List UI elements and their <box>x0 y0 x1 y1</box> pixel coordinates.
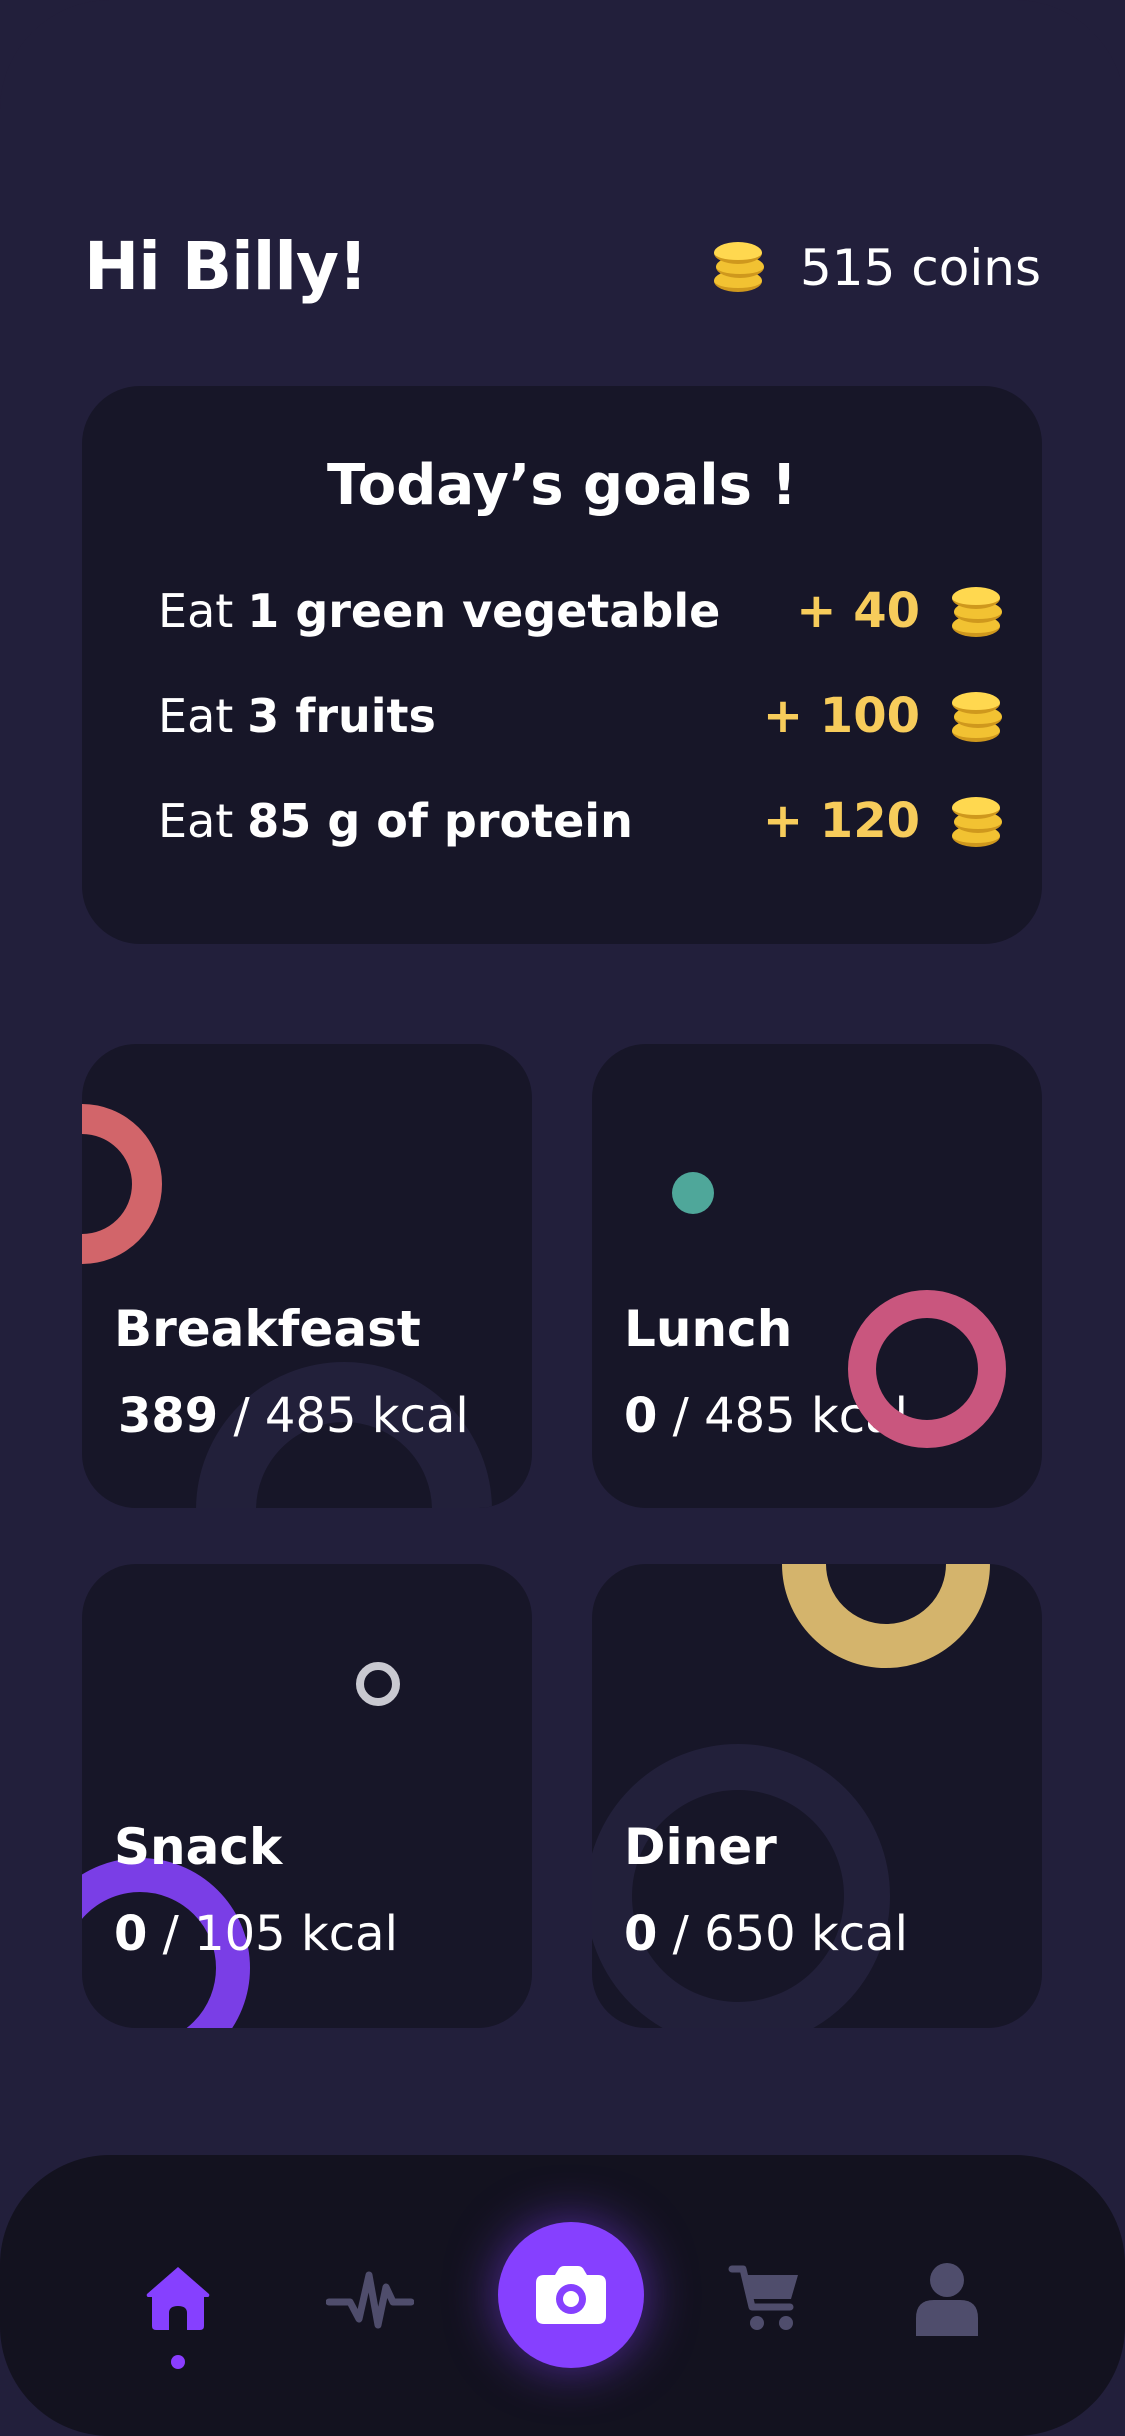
meal-calories-target: / 485 kcal <box>233 1388 469 1444</box>
goal-reward-value: + 100 <box>762 688 920 744</box>
decorative-dot <box>672 1172 714 1214</box>
meal-calories-target: / 105 kcal <box>162 1906 398 1962</box>
decorative-ring <box>82 1104 162 1264</box>
goal-item: Eat 85 g of protein + 120 <box>158 786 1002 856</box>
goal-prefix: Eat <box>158 794 234 848</box>
meal-calories: 389 / 485 kcal <box>118 1388 469 1444</box>
meal-card-snack[interactable]: Snack 0 / 105 kcal <box>82 1564 532 2028</box>
decorative-ring <box>782 1564 990 1668</box>
todays-goals-card: Today’s goals ! Eat 1 green vegetable + … <box>82 386 1042 944</box>
meal-calories: 0 / 650 kcal <box>624 1906 908 1962</box>
meal-calories-consumed: 0 <box>624 1388 658 1444</box>
coin-stack-icon <box>952 692 1002 742</box>
nav-home[interactable] <box>140 2260 216 2336</box>
home-icon <box>146 2267 210 2330</box>
goal-reward: + 40 <box>796 583 1002 639</box>
meal-calories-consumed: 0 <box>114 1906 148 1962</box>
decorative-ring <box>848 1290 1006 1448</box>
goal-prefix: Eat <box>158 584 234 638</box>
meal-name: Snack <box>114 1818 283 1876</box>
meal-calories: 0 / 105 kcal <box>114 1906 398 1962</box>
goal-prefix: Eat <box>158 689 234 743</box>
coin-stack-icon <box>713 242 764 294</box>
camera-icon <box>536 2266 606 2324</box>
goal-highlight: 3 fruits <box>247 689 436 743</box>
cart-icon <box>728 2265 798 2330</box>
nav-profile[interactable] <box>912 2260 982 2336</box>
meal-card-breakfast[interactable]: Breakfeast 389 / 485 kcal <box>82 1044 532 1508</box>
bottom-nav <box>0 2155 1125 2436</box>
profile-icon <box>916 2263 978 2336</box>
meal-calories-consumed: 0 <box>624 1906 658 1962</box>
goal-item: Eat 3 fruits + 100 <box>158 681 1002 751</box>
home-screen: Hi Billy! 515 coins Today’s goals ! Eat … <box>0 0 1125 2436</box>
goal-reward: + 100 <box>763 688 1002 744</box>
coin-stack-icon <box>952 587 1002 637</box>
decorative-ring <box>592 1744 890 2028</box>
nav-activity[interactable] <box>326 2265 414 2335</box>
goal-text: Eat 85 g of protein <box>158 794 633 848</box>
goal-reward-value: + 120 <box>762 793 920 849</box>
meal-calories-consumed: 389 <box>118 1388 219 1444</box>
goal-reward-value: + 40 <box>796 583 920 639</box>
activity-icon <box>326 2271 414 2329</box>
goal-item: Eat 1 green vegetable + 40 <box>158 576 1002 646</box>
nav-cart[interactable] <box>728 2261 802 2335</box>
meal-calories-target: / 650 kcal <box>672 1906 908 1962</box>
coin-balance[interactable]: 515 coins <box>713 228 1041 308</box>
camera-button[interactable] <box>498 2222 644 2368</box>
greeting: Hi Billy! <box>84 228 368 305</box>
goal-highlight: 1 green vegetable <box>247 584 721 638</box>
meal-name: Lunch <box>624 1300 793 1358</box>
goal-text: Eat 1 green vegetable <box>158 584 720 638</box>
goal-highlight: 85 g of protein <box>247 794 633 848</box>
meal-name: Breakfeast <box>114 1300 421 1358</box>
meal-card-lunch[interactable]: Lunch 0 / 485 kcal <box>592 1044 1042 1508</box>
meal-card-diner[interactable]: Diner 0 / 650 kcal <box>592 1564 1042 2028</box>
goal-text: Eat 3 fruits <box>158 689 436 743</box>
decorative-ring <box>356 1662 400 1706</box>
goals-title: Today’s goals ! <box>327 453 797 518</box>
active-indicator-dot <box>171 2355 185 2369</box>
coin-balance-label: 515 coins <box>799 239 1041 297</box>
coin-stack-icon <box>952 797 1002 847</box>
goal-reward: + 120 <box>763 793 1002 849</box>
meal-name: Diner <box>624 1818 777 1876</box>
